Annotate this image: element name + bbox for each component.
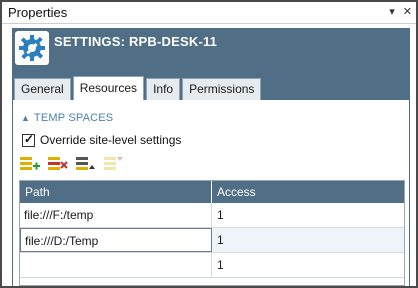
access-cell[interactable]: 1 bbox=[212, 253, 404, 277]
tab-resources[interactable]: Resources bbox=[72, 76, 145, 100]
path-cell[interactable]: file:///F:/temp bbox=[20, 203, 212, 227]
table-row[interactable]: file:///D:/Temp 1 bbox=[20, 228, 404, 253]
override-label: Override site-level settings bbox=[40, 133, 182, 147]
path-cell[interactable] bbox=[20, 253, 212, 277]
move-up-icon bbox=[76, 157, 95, 170]
add-row-icon bbox=[20, 157, 40, 170]
column-header-access[interactable]: Access bbox=[212, 181, 404, 203]
table-row[interactable]: 1 bbox=[20, 253, 404, 278]
delete-row-button[interactable] bbox=[47, 155, 69, 173]
section-title: TEMP SPACES bbox=[33, 112, 114, 124]
tab-info[interactable]: Info bbox=[146, 78, 181, 100]
resources-panel: ▲ TEMP SPACES ✓ Override site-level sett… bbox=[12, 100, 410, 286]
table-row[interactable]: file:///F:/temp 1 bbox=[20, 203, 404, 228]
access-cell[interactable]: 1 bbox=[212, 228, 404, 252]
pin-icon[interactable]: ▾ bbox=[389, 5, 395, 19]
settings-title: SETTINGS: RPB-DESK-11 bbox=[54, 34, 218, 49]
filter-icon bbox=[104, 157, 123, 170]
filter-button[interactable] bbox=[103, 155, 125, 173]
tab-general[interactable]: General bbox=[14, 78, 71, 100]
title-bar: Properties ▾ ✕ bbox=[2, 2, 416, 24]
add-row-button[interactable] bbox=[19, 155, 41, 173]
column-header-path[interactable]: Path bbox=[20, 181, 212, 203]
chevron-up-icon: ▲ bbox=[21, 113, 30, 123]
settings-header: SETTINGS: RPB-DESK-11 General Resources … bbox=[12, 28, 410, 100]
move-up-button[interactable] bbox=[75, 155, 97, 173]
temp-spaces-section-header[interactable]: ▲ TEMP SPACES bbox=[21, 112, 113, 124]
properties-window: Properties ▾ ✕ SETTINGS: RPB-DESK-11 Gen… bbox=[0, 0, 418, 288]
temp-spaces-grid: Path Access file:///F:/temp 1 file:///D:… bbox=[19, 180, 405, 286]
grid-toolbar bbox=[19, 155, 125, 173]
tab-bar: General Resources Info Permissions bbox=[12, 76, 263, 100]
access-cell[interactable]: 1 bbox=[212, 203, 404, 227]
delete-row-icon bbox=[48, 157, 68, 170]
window-title: Properties bbox=[8, 5, 68, 20]
close-icon[interactable]: ✕ bbox=[403, 5, 412, 19]
override-setting: ✓ Override site-level settings bbox=[22, 132, 182, 147]
tab-permissions[interactable]: Permissions bbox=[182, 78, 262, 100]
override-checkbox[interactable]: ✓ bbox=[22, 132, 35, 147]
grid-header-row: Path Access bbox=[20, 181, 404, 203]
path-cell[interactable]: file:///D:/Temp bbox=[20, 228, 212, 252]
gear-wrench-icon bbox=[15, 31, 49, 65]
